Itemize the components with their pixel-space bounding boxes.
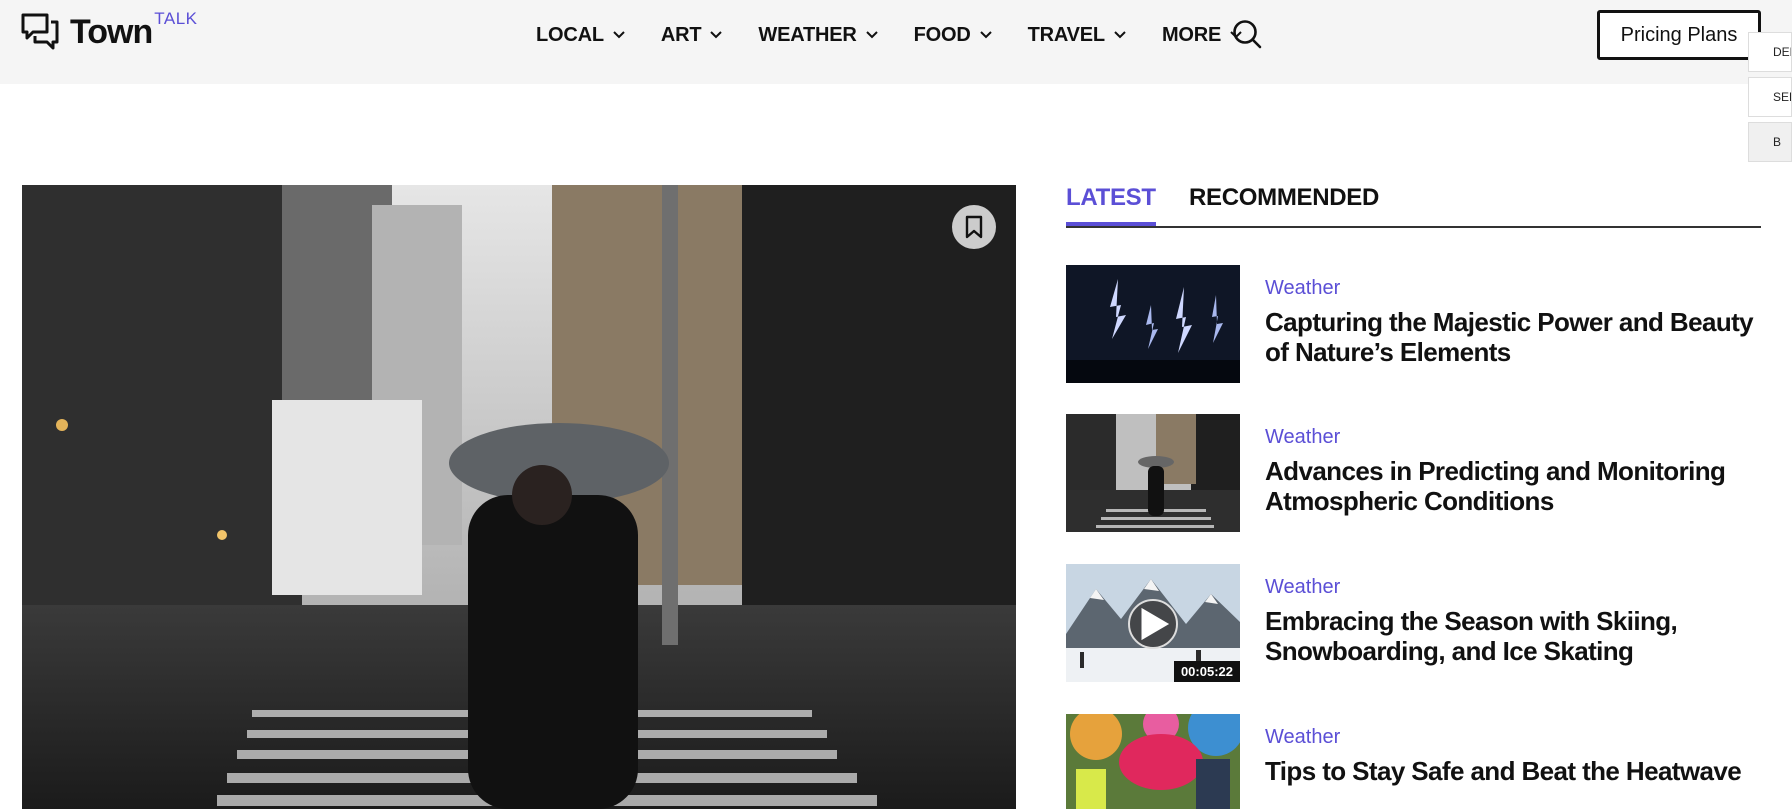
article-thumbnail[interactable]: 00:05:22 [1066,564,1240,682]
article-tabs: LATEST RECOMMENDED [1066,180,1761,228]
article-category[interactable]: Weather [1265,726,1340,749]
nav-item-local[interactable]: LOCAL [536,24,625,47]
site-header: Town TALK LOCAL ART WEATHER FOOD TRAVEL … [0,0,1792,84]
chevron-down-icon [1114,31,1126,39]
article-item[interactable]: Weather Tips to Stay Safe and Beat the H… [1066,714,1761,809]
side-tab-services[interactable]: SERV [1748,77,1792,117]
side-tab-demos[interactable]: DEM [1748,32,1792,72]
side-tab-buy[interactable]: B [1748,122,1792,162]
chevron-down-icon [865,31,878,39]
nav-item-label: LOCAL [536,23,604,46]
site-logo[interactable]: Town TALK [20,9,198,52]
nav-item-label: WEATHER [758,23,857,46]
play-icon [1141,607,1170,641]
nav-item-art[interactable]: ART [661,24,723,47]
play-video-button[interactable] [1128,599,1178,649]
article-title[interactable]: Tips to Stay Safe and Beat the Heatwave [1265,756,1761,786]
main-nav: LOCAL ART WEATHER FOOD TRAVEL MORE [536,0,1278,70]
nav-item-label: ART [660,23,702,46]
rainy-street-photo [1066,414,1240,532]
nav-item-food[interactable]: FOOD [914,24,992,47]
article-thumbnail[interactable] [1066,265,1240,383]
nav-item-label: FOOD [913,23,971,46]
article-thumbnail[interactable] [1066,714,1240,809]
search-icon [1233,20,1262,49]
tab-recommended[interactable]: RECOMMENDED [1189,184,1379,212]
chevron-down-icon [710,31,723,39]
bookmark-button[interactable] [952,205,996,249]
chat-bubbles-icon [21,13,59,50]
logo-accent-text: TALK [154,9,198,28]
lightning-photo [1066,265,1240,383]
side-demo-panel: DEM SERV B [1748,32,1792,167]
search-button[interactable] [1231,18,1263,50]
article-title[interactable]: Embracing the Season with Skiing, Snowbo… [1265,606,1761,666]
article-item[interactable]: 00:05:22 Weather Embracing the Season wi… [1066,564,1761,682]
article-category[interactable]: Weather [1265,426,1340,449]
article-title[interactable]: Advances in Predicting and Monitoring At… [1265,456,1761,516]
article-item[interactable]: Weather Capturing the Majestic Power and… [1066,265,1761,383]
article-category[interactable]: Weather [1265,277,1340,300]
hero-image[interactable] [22,185,1016,809]
chevron-down-icon [979,31,992,39]
nav-item-label: TRAVEL [1027,23,1106,46]
nav-item-weather[interactable]: WEATHER [758,23,878,47]
tab-latest[interactable]: LATEST [1066,184,1156,226]
chevron-down-icon [613,31,625,39]
article-item[interactable]: Weather Advances in Predicting and Monit… [1066,414,1761,532]
nav-item-label: MORE [1161,23,1222,46]
bookmark-icon [965,215,983,239]
logo-text: Town [70,13,153,51]
article-thumbnail[interactable] [1066,414,1240,532]
hero-street-photo [22,185,1016,809]
article-title[interactable]: Capturing the Majestic Power and Beauty … [1265,307,1761,367]
pricing-plans-button[interactable]: Pricing Plans [1597,10,1761,60]
nav-item-travel[interactable]: TRAVEL [1028,24,1126,47]
article-category[interactable]: Weather [1265,576,1340,599]
festival-umbrella-photo [1066,714,1240,809]
video-duration-badge: 00:05:22 [1173,661,1240,682]
